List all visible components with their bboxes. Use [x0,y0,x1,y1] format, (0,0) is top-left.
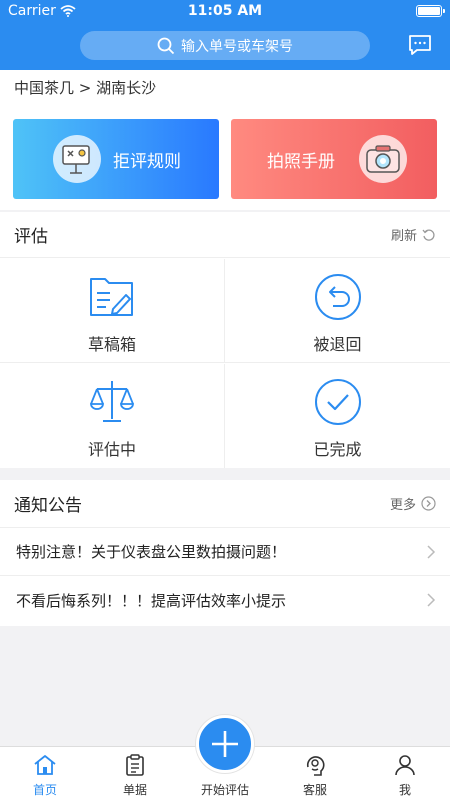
notice-item[interactable]: 特别注意！关于仪表盘公里数拍摄问题！ [0,528,450,576]
tab-me[interactable]: 我 [360,747,450,800]
tab-orders[interactable]: 单据 [90,747,180,800]
customer-service-icon [306,756,325,776]
chevron-circle-icon [421,496,436,511]
breadcrumb[interactable]: 中国茶几 > 湖南长沙 [0,70,450,106]
camera-icon [359,135,407,183]
evaluation-grid: 草稿箱 被退回 评估中 已完成 [0,259,450,468]
notice-header: 通知公告 更多 [0,480,450,528]
search-icon [157,37,175,54]
tab-me-label: 我 [398,783,411,797]
drafts-tile[interactable]: 草稿箱 [0,259,225,363]
user-icon [395,755,415,776]
evaluating-label: 评估中 [87,440,136,459]
returned-tile[interactable]: 被退回 [225,259,450,363]
completed-tile[interactable]: 已完成 [225,364,450,468]
message-icon[interactable] [408,34,432,56]
completed-label: 已完成 [313,440,362,459]
refresh-label: 刷新 [390,229,417,244]
drafts-label: 草稿箱 [87,335,136,354]
tab-home[interactable]: 首页 [0,747,90,800]
chevron-right-icon [427,593,436,607]
notice-item-text: 不看后悔系列！！！提高评估效率小提示 [16,591,287,610]
tab-service-label: 客服 [302,783,327,797]
battery-icon [416,5,445,17]
home-icon [34,755,56,775]
status-time: 11:05 AM [187,3,263,19]
reject-rules-banner[interactable]: 拒评规则 [13,119,219,199]
top-header: Carrier 11:05 AM 输入单号或车架号 [0,0,450,70]
tab-service[interactable]: 客服 [270,747,360,800]
clipboard-icon [126,754,144,776]
tab-home-label: 首页 [32,783,57,797]
tab-orders-label: 单据 [122,783,147,797]
photo-manual-label: 拍照手册 [267,152,335,172]
chevron-right-icon [427,544,436,559]
search-placeholder: 输入单号或车架号 [181,38,293,55]
scale-icon [90,381,134,422]
check-circle-icon [314,379,361,425]
more-button[interactable]: 更多 [390,494,436,513]
draft-folder-icon [90,278,133,316]
evaluation-title: 评估 [14,227,48,247]
status-bar: Carrier 11:05 AM [0,0,450,22]
start-evaluation-button[interactable] [196,715,254,773]
notice-section: 通知公告 更多 特别注意！关于仪表盘公里数拍摄问题！ 不看后悔系列！！！提高评估… [0,480,450,626]
banner-section: 拒评规则 拍照手册 [0,106,450,210]
return-icon [314,274,361,320]
plus-icon [212,731,238,757]
evaluation-header: 评估 刷新 [0,212,450,258]
tab-start-evaluation-label: 开始评估 [200,783,249,797]
more-label: 更多 [389,498,416,513]
refresh-button[interactable]: 刷新 [391,225,436,244]
reject-rules-label: 拒评规则 [113,152,181,172]
notice-item-text: 特别注意！关于仪表盘公里数拍摄问题！ [16,543,287,561]
search-input[interactable]: 输入单号或车架号 [80,31,370,60]
notice-item[interactable]: 不看后悔系列！！！提高评估效率小提示 [0,576,450,624]
evaluation-section: 评估 刷新 草稿箱 被退回 评估中 已完成 [0,212,450,468]
presentation-icon [53,135,101,183]
returned-label: 被退回 [313,335,362,354]
photo-manual-banner[interactable]: 拍照手册 [231,119,437,199]
refresh-icon [422,229,435,241]
evaluating-tile[interactable]: 评估中 [0,364,225,468]
notice-title: 通知公告 [14,496,82,516]
